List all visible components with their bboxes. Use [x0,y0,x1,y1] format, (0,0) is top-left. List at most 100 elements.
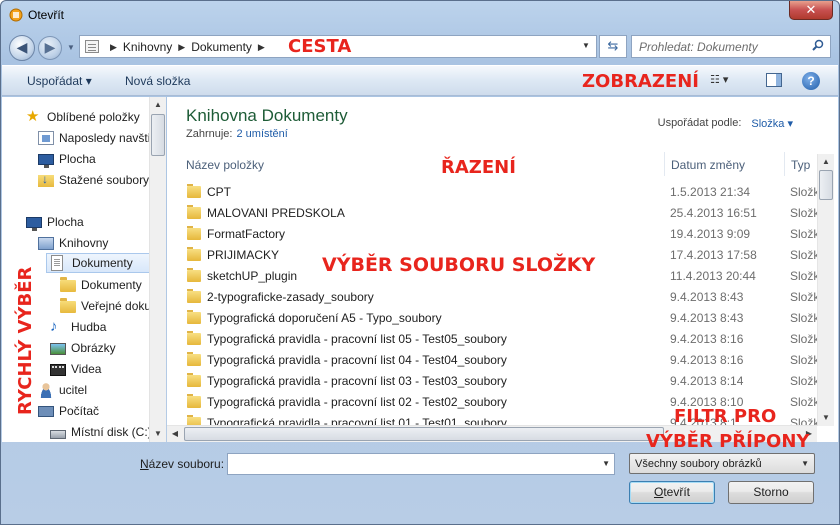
file-row[interactable]: FormatFactory 19.4.2013 9:09 Složk [167,224,819,245]
change-view-button[interactable]: ☷ ▾ [710,73,748,90]
refresh-button[interactable]: ⇆ [599,35,627,58]
file-row[interactable]: MALOVANI PREDSKOLA 25.4.2013 16:51 Složk [167,203,819,224]
library-icon [38,236,54,250]
breadcrumb-libraries[interactable]: Knihovny [123,40,172,54]
sidebar-item-public-documents[interactable]: Veřejné doku [60,296,150,316]
sidebar-item-computer[interactable]: Počítač [38,401,148,421]
file-row[interactable]: 2-typograficke-zasady_soubory 9.4.2013 8:… [167,287,819,308]
title-bar: Otevřít ✕ [1,1,839,29]
file-row[interactable]: Typografická doporučení A5 - Typo_soubor… [167,308,819,329]
folder-icon [187,373,201,387]
folder-icon [187,226,201,240]
sidebar-item-my-documents[interactable]: Dokumenty [60,275,150,295]
disk-icon [50,429,66,439]
file-row[interactable]: Typografická pravidla - pracovní list 04… [167,350,819,371]
sidebar-item-downloads[interactable]: Stažené soubory [38,170,150,190]
column-divider[interactable] [784,152,785,176]
scroll-down-icon[interactable]: ▼ [150,426,166,442]
organize-button[interactable]: Uspořádat ▾ [27,74,92,88]
sidebar-item-favorites[interactable]: ★ Oblíbené položky [26,107,148,127]
file-type-filter-select[interactable]: Všechny soubory obrázků ▼ [629,453,815,474]
cancel-button[interactable]: Storno [728,481,814,504]
column-header-type[interactable]: Typ [791,158,810,172]
scrollbar-thumb[interactable] [151,114,165,156]
sidebar-item-label: Veřejné doku [81,299,150,313]
forward-button[interactable]: ▶ [38,36,62,60]
file-list-vertical-scrollbar[interactable]: ▲ ▼ [817,154,834,426]
annotation-path: CESTA [288,36,352,57]
column-header-date[interactable]: Datum změny [671,158,745,172]
file-row[interactable]: Typografická pravidla - pracovní list 03… [167,371,820,392]
scroll-down-icon[interactable]: ▼ [818,410,834,426]
sidebar-item-local-disk[interactable]: Místní disk (C:) [50,422,150,442]
desktop-icon [38,154,54,168]
file-date: 9.4.2013 8:43 [670,311,744,325]
sidebar-item-pictures[interactable]: Obrázky [50,338,150,358]
scroll-left-icon[interactable]: ◀ [167,426,183,442]
sidebar-item-videos[interactable]: Videa [50,359,150,379]
column-divider[interactable] [664,152,665,176]
sidebar-item-label: Plocha [59,152,96,166]
includes-locations-link[interactable]: 2 umístění [236,128,287,140]
sidebar-item-label: Obrázky [71,341,116,355]
chevron-down-icon: ▼ [801,459,809,468]
breadcrumb-separator-icon[interactable]: ▶ [110,42,117,53]
downloads-icon [38,172,54,187]
filename-label-text: ázev souboru: [148,457,225,471]
app-icon [9,8,23,22]
file-type: Složk [790,374,820,388]
close-button[interactable]: ✕ [789,1,833,20]
breadcrumb-separator-icon[interactable]: ▶ [258,42,265,53]
file-row[interactable]: Typografická pravidla - pracovní list 05… [167,329,820,350]
annotation-view: ZOBRAZENÍ [582,71,699,92]
sidebar-item-desktop-root[interactable]: Plocha [26,212,148,232]
command-toolbar: Uspořádat ▾ Nová složka ☷ ▾ ? [2,65,838,96]
breadcrumb-separator-icon[interactable]: ▶ [178,42,185,53]
file-type: Složk [790,332,820,346]
new-folder-button[interactable]: Nová složka [125,74,190,88]
sidebar-item-libraries[interactable]: Knihovny [38,233,148,253]
file-type: Složk [790,185,820,199]
navigation-scrollbar[interactable]: ▲ ▼ [149,97,166,442]
folder-icon [187,184,201,198]
help-icon[interactable]: ? [802,72,820,90]
breadcrumb: ▶ Knihovny ▶ Dokumenty ▶ [104,40,271,54]
recent-places-icon [38,131,54,145]
file-name: Typografická pravidla - pracovní list 04… [207,353,507,367]
address-dropdown-icon[interactable]: ▼ [579,41,593,50]
filename-input[interactable]: ▼ [227,453,615,475]
pictures-icon [50,343,66,355]
sidebar-item-music[interactable]: ♪ Hudba [50,317,150,337]
annotation-sorting: ŘAZENÍ [441,157,516,178]
search-input[interactable]: Prohledat: Dokumenty [631,35,831,58]
recent-locations-dropdown-icon[interactable]: ▼ [67,43,75,52]
file-name: CPT [207,185,231,199]
preview-pane-icon[interactable] [766,73,782,87]
file-name: PRIJIMACKY [207,248,280,262]
sidebar-item-label: Místní disk (C:) [71,425,150,439]
sidebar-item-label: Dokumenty [72,256,133,270]
file-name: FormatFactory [207,227,286,241]
file-name: Typografická pravidla - pracovní list 05… [207,332,507,346]
back-button[interactable]: ◀ [9,35,35,61]
search-icon[interactable] [812,39,824,51]
scrollbar-thumb[interactable] [819,170,833,200]
sidebar-item-label: Dokumenty [81,278,142,292]
sidebar-item-user[interactable]: ucitel [38,380,148,400]
scroll-up-icon[interactable]: ▲ [818,154,834,170]
file-name: Typografická pravidla - pracovní list 01… [207,416,507,425]
filename-dropdown-icon[interactable]: ▼ [602,459,610,468]
column-header-name[interactable]: Název položky [186,158,264,172]
file-row[interactable]: CPT 1.5.2013 21:34 Složk [167,182,820,203]
scroll-up-icon[interactable]: ▲ [150,97,166,113]
sidebar-item-recent-places[interactable]: Naposledy navšti [38,128,150,148]
arrange-by-dropdown[interactable]: Složka ▾ [751,117,793,130]
scrollbar-thumb[interactable] [184,427,664,441]
open-button[interactable]: Otevřít [629,481,715,504]
open-button-label: tevřít [663,485,690,499]
sidebar-item-documents[interactable]: Dokumenty [46,253,150,273]
sidebar-item-desktop[interactable]: Plocha [38,149,148,169]
folder-icon [187,247,201,261]
breadcrumb-documents[interactable]: Dokumenty [191,40,252,54]
folder-icon [187,331,201,345]
